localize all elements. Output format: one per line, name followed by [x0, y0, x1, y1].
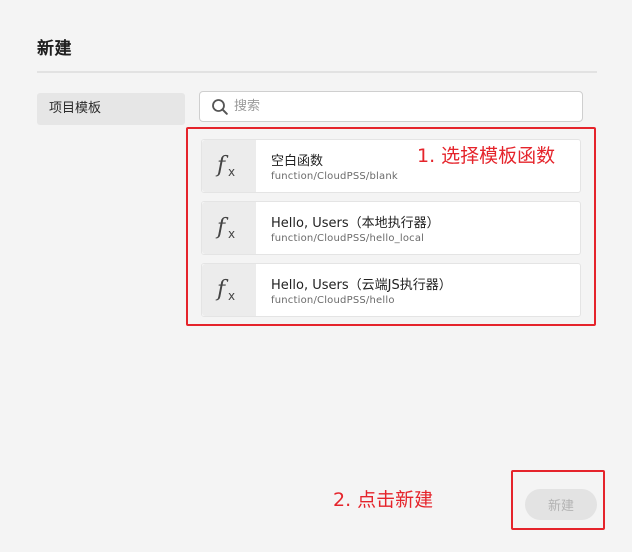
function-icon: f x [202, 264, 256, 316]
template-path: function/CloudPSS/blank [271, 171, 398, 182]
search-icon [212, 99, 228, 115]
template-name: 空白函数 [271, 154, 324, 169]
annotation-step-1: 1. 选择模板函数 [417, 145, 556, 167]
annotation-step-2: 2. 点击新建 [333, 489, 434, 511]
svg-text:x: x [228, 165, 235, 179]
function-icon: f x [202, 202, 256, 254]
template-path: function/CloudPSS/hello_local [271, 233, 425, 244]
search-box[interactable] [199, 91, 583, 122]
sidebar-item-project-templates[interactable]: 项目模板 [37, 93, 185, 125]
svg-text:x: x [228, 227, 235, 241]
svg-text:f: f [215, 153, 229, 178]
page-title: 新建 [37, 39, 72, 59]
svg-text:f: f [215, 215, 229, 240]
svg-text:f: f [215, 277, 229, 302]
function-icon: f x [202, 140, 256, 192]
template-name: Hello, Users（本地执行器） [271, 216, 440, 231]
search-input[interactable] [234, 92, 574, 121]
svg-text:x: x [228, 289, 235, 303]
template-card-hello-local[interactable]: f x Hello, Users（本地执行器） function/CloudPS… [201, 201, 581, 255]
title-divider [37, 71, 597, 73]
create-button[interactable]: 新建 [525, 489, 597, 520]
template-card-hello-cloud[interactable]: f x Hello, Users（云端JS执行器） function/Cloud… [201, 263, 581, 317]
template-name: Hello, Users（云端JS执行器） [271, 278, 452, 293]
template-path: function/CloudPSS/hello [271, 295, 395, 306]
